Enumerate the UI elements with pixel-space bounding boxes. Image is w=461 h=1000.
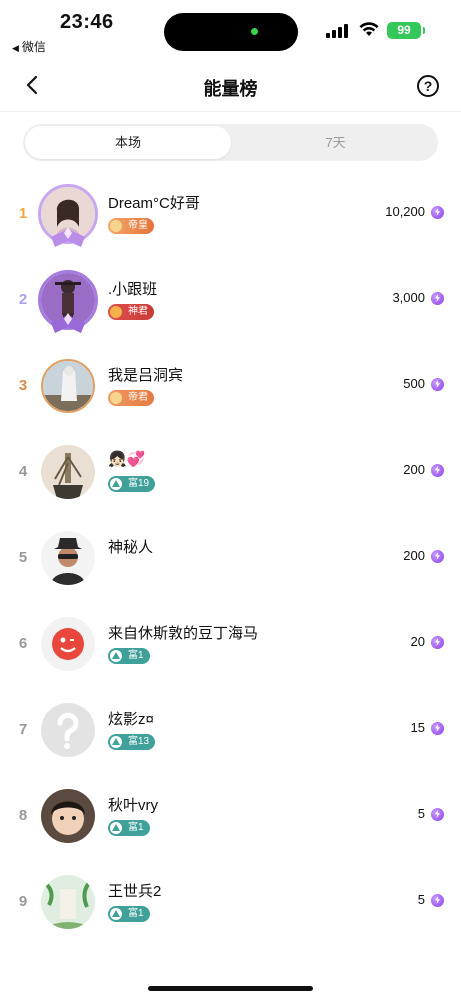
status-time: 23:46 [60, 11, 114, 33]
user-name: .小跟班 [108, 281, 158, 298]
lightning-coin-icon [431, 378, 444, 391]
lightning-coin-icon [431, 550, 444, 563]
camera-indicator-icon [251, 28, 258, 35]
lightning-coin-icon [431, 206, 444, 219]
status-bar: 23:46 ◀ 微信 99 [0, 0, 461, 60]
ranking-row[interactable]: 4 👧🏻💞 富19 200 [0, 428, 461, 514]
level-badge: 富19 [108, 476, 156, 492]
lightning-coin-icon [431, 894, 444, 907]
triangle-rank-icon [110, 650, 122, 662]
question-circle-icon[interactable]: ? [417, 75, 439, 97]
energy-score: 200 [403, 462, 425, 477]
rank-number: 5 [18, 549, 28, 566]
lightning-coin-icon [431, 292, 444, 305]
avatar [41, 617, 95, 671]
avatar [41, 703, 95, 757]
energy-ranking-list: 1 Dream°C好哥 帝皇 10,200 2 .小跟班 神君 3,000 3 [0, 170, 461, 944]
ranking-row[interactable]: 1 Dream°C好哥 帝皇 10,200 [0, 170, 461, 256]
user-name: 炫影z¤ [108, 711, 154, 728]
ranking-row[interactable]: 3 我是吕洞宾 帝君 500 [0, 342, 461, 428]
user-name: Dream°C好哥 [108, 195, 200, 212]
rank-number: 3 [18, 377, 28, 394]
back-triangle-icon: ◀ [12, 43, 19, 53]
cellular-signal-icon [326, 24, 350, 38]
rank-number: 8 [18, 807, 28, 824]
user-name: 来自休斯敦的豆丁海马 [108, 625, 259, 642]
lightning-coin-icon [431, 464, 444, 477]
period-tabs: 7天 本场 [23, 124, 438, 161]
ranking-row[interactable]: 7 炫影z¤ 富13 15 [0, 686, 461, 772]
back-to-app-link[interactable]: ◀ 微信 [12, 38, 46, 55]
nav-bar: 能量榜 ? [0, 60, 461, 112]
energy-score: 200 [403, 548, 425, 563]
level-badge: 帝皇 [108, 218, 154, 234]
ranking-row[interactable]: 5 神秘人 200 [0, 514, 461, 600]
back-app-label: 微信 [21, 40, 46, 54]
level-badge: 富1 [108, 906, 150, 922]
energy-score: 5 [417, 806, 425, 821]
user-name: 秋叶vry [108, 797, 158, 814]
level-badge: 富1 [108, 648, 150, 664]
energy-score: 20 [410, 634, 425, 649]
crown-icon [110, 392, 122, 404]
user-name: 神秘人 [108, 539, 154, 556]
level-badge: 帝君 [108, 390, 154, 406]
lion-icon [110, 306, 122, 318]
user-name: 王世兵2 [108, 883, 162, 900]
avatar [41, 187, 95, 241]
triangle-rank-icon [110, 478, 122, 490]
avatar [41, 445, 95, 499]
triangle-rank-icon [110, 736, 122, 748]
energy-score: 15 [410, 720, 425, 735]
tab-this-session[interactable]: 本场 [25, 126, 231, 159]
rank-number: 7 [18, 721, 28, 738]
triangle-rank-icon [110, 908, 122, 920]
rank-number: 2 [18, 291, 28, 308]
ranking-row[interactable]: 9 王世兵2 富1 5 [0, 858, 461, 944]
user-name: 我是吕洞宾 [108, 367, 184, 384]
crown-icon [110, 220, 122, 232]
ranking-row[interactable]: 2 .小跟班 神君 3,000 [0, 256, 461, 342]
ranking-row[interactable]: 6 来自休斯敦的豆丁海马 富1 20 [0, 600, 461, 686]
rank-number: 4 [18, 463, 28, 480]
tab-7days[interactable]: 7天 [233, 124, 438, 161]
page-title: 能量榜 [203, 79, 258, 99]
energy-score: 3,000 [392, 290, 425, 305]
lightning-coin-icon [431, 636, 444, 649]
avatar [41, 273, 95, 327]
dynamic-island [164, 13, 298, 51]
avatar [41, 531, 95, 585]
level-badge: 富1 [108, 820, 150, 836]
lightning-coin-icon [431, 722, 444, 735]
lightning-coin-icon [431, 808, 444, 821]
avatar [41, 359, 95, 413]
avatar [41, 875, 95, 929]
energy-score: 5 [417, 892, 425, 907]
wifi-icon [359, 22, 379, 36]
rank-number: 6 [18, 635, 28, 652]
rank-number: 9 [18, 893, 28, 910]
triangle-rank-icon [110, 822, 122, 834]
battery-icon: 99 [387, 22, 425, 39]
level-badge: 富13 [108, 734, 156, 750]
rank-number: 1 [18, 205, 28, 222]
home-indicator[interactable] [148, 986, 313, 991]
energy-score: 500 [403, 376, 425, 391]
avatar [41, 789, 95, 843]
ranking-row[interactable]: 8 秋叶vry 富1 5 [0, 772, 461, 858]
user-name: 👧🏻💞 [108, 451, 146, 468]
energy-score: 10,200 [385, 204, 425, 219]
level-badge: 神君 [108, 304, 154, 320]
